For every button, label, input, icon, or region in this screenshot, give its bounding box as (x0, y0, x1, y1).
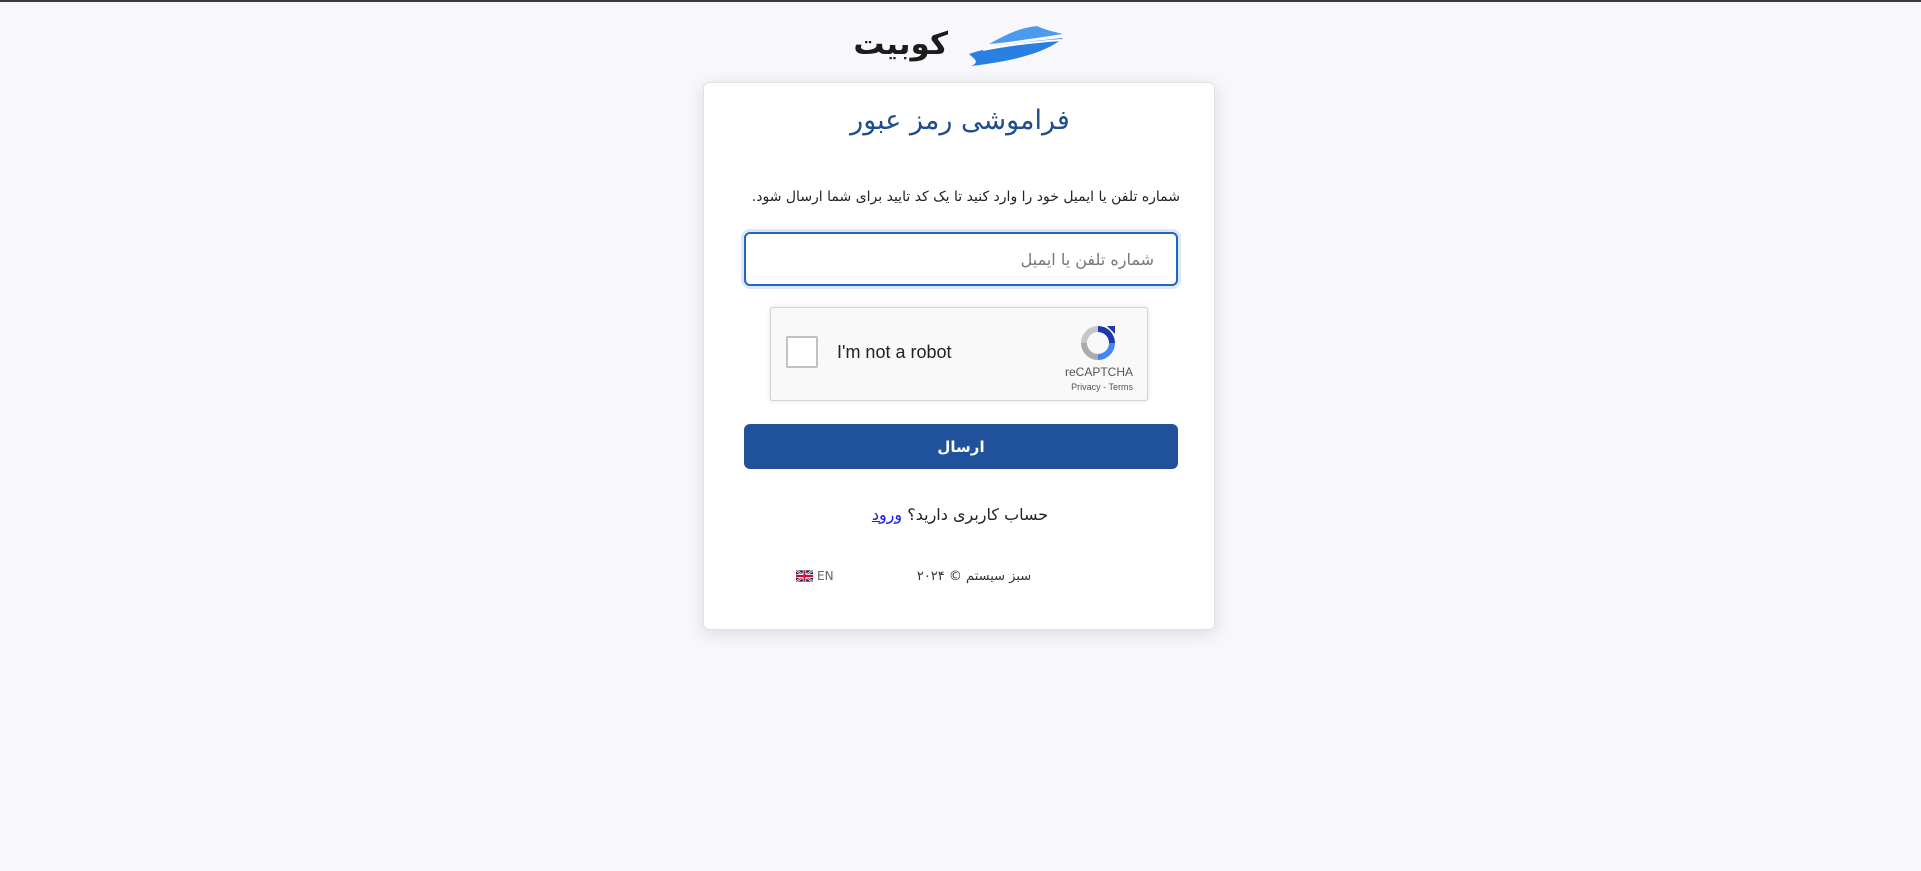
brand-logo: کوبیت (853, 24, 1068, 72)
forgot-password-card: فراموشی رمز عبور شماره تلفن یا ایمیل خود… (703, 82, 1215, 630)
language-label: EN (817, 569, 834, 583)
recaptcha-widget: I'm not a robot reCAPTCHA Privacy - Term… (770, 307, 1148, 401)
login-prompt: حساب کاربری دارید؟ ورود (704, 505, 1216, 524)
card-footer: سبز سیستم © ۲۰۲۴ EN (704, 569, 1216, 587)
top-border (0, 0, 1921, 2)
instructions-text: شماره تلفن یا ایمیل خود را وارد کنید تا … (751, 189, 1180, 205)
phone-or-email-input[interactable] (744, 232, 1178, 286)
recaptcha-brand: reCAPTCHA (1064, 365, 1133, 379)
recaptcha-logo-icon (1081, 326, 1115, 360)
recaptcha-terms-link[interactable]: Terms (1109, 382, 1134, 392)
submit-button[interactable]: ارسال (744, 424, 1178, 469)
uk-flag-icon (796, 570, 813, 582)
recaptcha-label: I'm not a robot (837, 342, 952, 362)
copyright-text: سبز سیستم © ۲۰۲۴ (916, 569, 1032, 584)
boat-wave-logo-icon (969, 26, 1063, 66)
recaptcha-checkbox[interactable] (786, 336, 818, 368)
recaptcha-privacy-link[interactable]: Privacy (1071, 382, 1101, 392)
login-prompt-text: حساب کاربری دارید؟ (907, 505, 1049, 524)
recaptcha-links: Privacy - Terms (1071, 382, 1133, 392)
recaptcha-separator: - (1100, 382, 1109, 392)
page-title: فراموشی رمز عبور (850, 105, 1070, 136)
login-link[interactable]: ورود (872, 505, 902, 524)
language-switcher[interactable]: EN (796, 569, 834, 583)
brand-name: کوبیت (853, 26, 948, 62)
